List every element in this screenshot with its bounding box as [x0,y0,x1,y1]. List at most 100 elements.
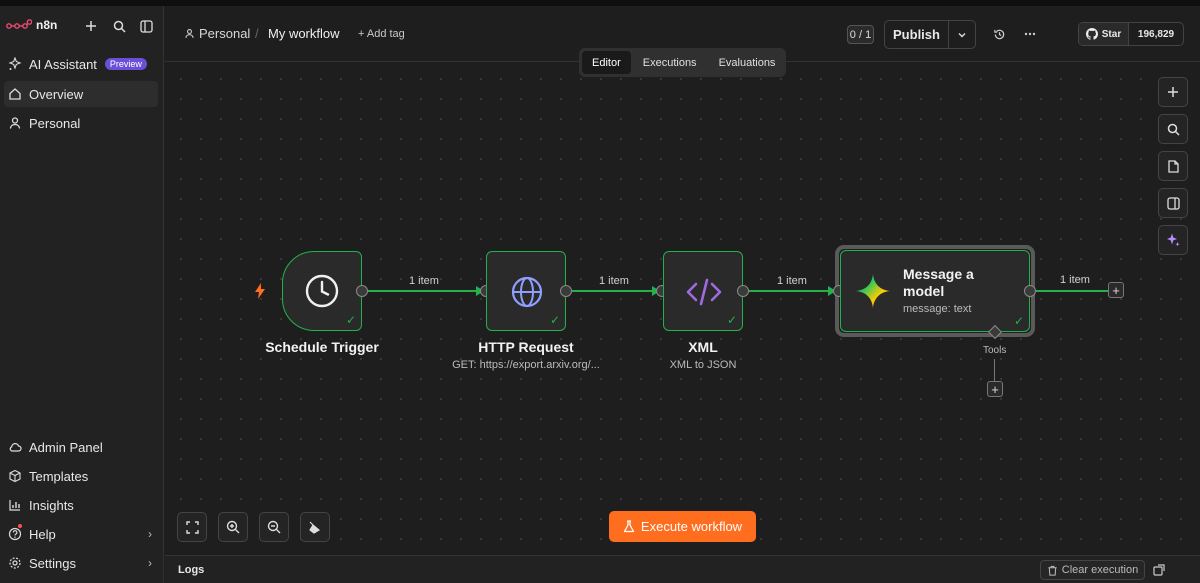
connection-edge[interactable] [749,290,830,292]
sidebar-item-personal[interactable]: Personal [4,110,158,136]
logs-title[interactable]: Logs [178,564,204,576]
gear-icon [7,555,23,571]
history-icon[interactable] [991,26,1007,42]
gemini-sparkle-icon [856,274,890,308]
sidebar-item-label: Overview [29,86,84,102]
more-options-icon[interactable] [1022,26,1038,42]
sidebar-item-ai-assistant[interactable]: AI Assistant Preview [4,51,158,77]
sidebar-item-overview[interactable]: Overview [4,81,158,107]
connection-edge[interactable] [368,290,478,292]
trigger-bolt-icon [255,283,265,299]
zoom-out-button[interactable] [259,512,289,542]
edge-item-count: 1 item [409,275,439,287]
n8n-logo-icon [6,19,32,29]
node-title: HTTP Request [478,339,574,355]
notification-dot [18,524,22,528]
home-icon [7,86,23,102]
workflow-name[interactable]: My workflow [268,26,340,41]
breadcrumb-project[interactable]: Personal [184,26,250,41]
project-name: Personal [199,26,251,41]
publish-button[interactable]: Publish [885,21,949,48]
tools-connector [994,359,995,381]
add-icon[interactable] [81,16,101,36]
node-xml[interactable]: ✓ [663,251,743,331]
connection-edge[interactable] [572,290,654,292]
sidebar-item-settings[interactable]: Settings › [4,550,158,576]
node-message-a-model[interactable]: Message a model message: text ✓ [840,250,1030,332]
node-schedule-trigger[interactable]: ✓ [282,251,362,331]
breadcrumb-separator: / [255,26,259,41]
output-handle[interactable] [356,285,368,297]
tab-executions[interactable]: Executions [633,51,707,74]
tidy-up-button[interactable] [300,512,330,542]
zoom-in-button[interactable] [218,512,248,542]
add-node-panel-button[interactable] [1158,77,1188,107]
sidebar-item-templates[interactable]: Templates [4,463,158,489]
search-icon[interactable] [109,16,129,36]
publish-button-group: Publish [884,20,976,49]
output-handle[interactable] [737,285,749,297]
sidebar-item-help[interactable]: Help › [4,521,158,547]
code-icon [686,278,722,306]
plus-icon [1168,87,1178,97]
fit-view-button[interactable] [177,512,207,542]
sidebar-item-insights[interactable]: Insights [4,492,158,518]
publish-dropdown-button[interactable] [949,21,975,48]
cloud-icon [7,439,23,455]
collapse-sidebar-icon[interactable] [136,16,156,36]
sticky-note-icon [1167,159,1179,173]
chevron-right-icon: › [148,556,152,570]
ai-assistant-button[interactable] [1158,225,1188,255]
sidebar-item-label: Help [29,526,56,542]
tab-evaluations[interactable]: Evaluations [709,51,786,74]
pop-out-icon[interactable] [1152,563,1166,577]
panel-icon [1166,196,1180,210]
version-counter: 0 / 1 [847,25,874,44]
add-tool-button[interactable]: + [987,381,1003,397]
flask-icon [623,520,635,533]
view-tabs: Editor Executions Evaluations [579,48,786,77]
app-root: n8n AI Assistant Preview Overview Person… [0,0,1200,583]
node-http-request[interactable]: ✓ [486,251,566,331]
add-node-button[interactable]: + [1108,282,1124,298]
success-check-icon: ✓ [1013,314,1024,328]
help-circle-icon [7,526,23,542]
ai-sparkle-icon [1167,233,1180,247]
node-title: Schedule Trigger [265,339,379,355]
clear-execution-button[interactable]: Clear execution [1040,560,1145,580]
sidebar-item-label: Admin Panel [29,439,103,455]
sidebar-item-admin-panel[interactable]: Admin Panel [4,434,158,460]
bar-chart-icon [7,497,23,513]
edge-item-count: 1 item [599,275,629,287]
clear-execution-label: Clear execution [1061,564,1139,576]
node-subtitle: GET: https://export.arxiv.org/... [452,359,600,371]
sidebar-item-label: Templates [29,468,89,484]
output-handle[interactable] [1024,285,1036,297]
node-title: XML [688,339,718,355]
user-icon [7,115,23,131]
connection-edge[interactable] [1036,290,1108,292]
execute-workflow-label: Execute workflow [640,519,743,534]
output-handle[interactable] [560,285,572,297]
broom-icon [309,521,321,534]
add-tag-button[interactable]: + Add tag [358,28,405,40]
node-title-line2: model [903,283,945,299]
node-subtitle: XML to JSON [669,359,737,371]
github-star: Star [1079,23,1129,45]
logs-panel: Logs Clear execution [165,555,1200,583]
workflow-canvas[interactable]: ✓ Schedule Trigger 1 item ✓ HTTP Request… [165,63,1200,555]
sparkles-icon [7,56,23,72]
execute-workflow-button[interactable]: Execute workflow [609,511,756,542]
search-nodes-button[interactable] [1158,114,1188,144]
node-subtitle: message: text [903,303,972,315]
github-star-button[interactable]: Star 196,829 [1078,22,1184,46]
box-icon [7,468,23,484]
sticky-note-button[interactable] [1158,151,1188,181]
github-star-label: Star [1101,28,1122,40]
n8n-logo[interactable]: n8n [6,18,57,32]
toggle-panel-button[interactable] [1158,188,1188,218]
chevron-right-icon: › [148,527,152,541]
globe-icon [511,276,543,308]
trash-icon [1048,565,1057,576]
tab-editor[interactable]: Editor [582,51,631,74]
